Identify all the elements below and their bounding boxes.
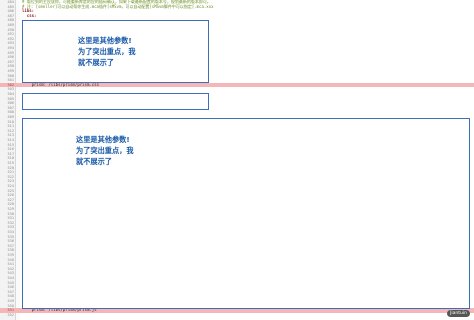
note-top: 这里是其他参数! 为了突出重点，我 就不展示了 <box>78 36 136 67</box>
code-line: 552 <box>0 313 474 318</box>
watermark-badge: Jiantuin <box>447 310 470 317</box>
code-editor[interactable]: 484 # 版位到的主应该你，可能重新库是的应的插码确认，如果下载最新配置的版本号… <box>0 0 474 320</box>
line-number: 552 <box>7 312 15 317</box>
placeholder-box-middle <box>22 93 209 110</box>
note-bottom: 这里是其他参数! 为了突出重点，我 就不展示了 <box>76 135 134 166</box>
